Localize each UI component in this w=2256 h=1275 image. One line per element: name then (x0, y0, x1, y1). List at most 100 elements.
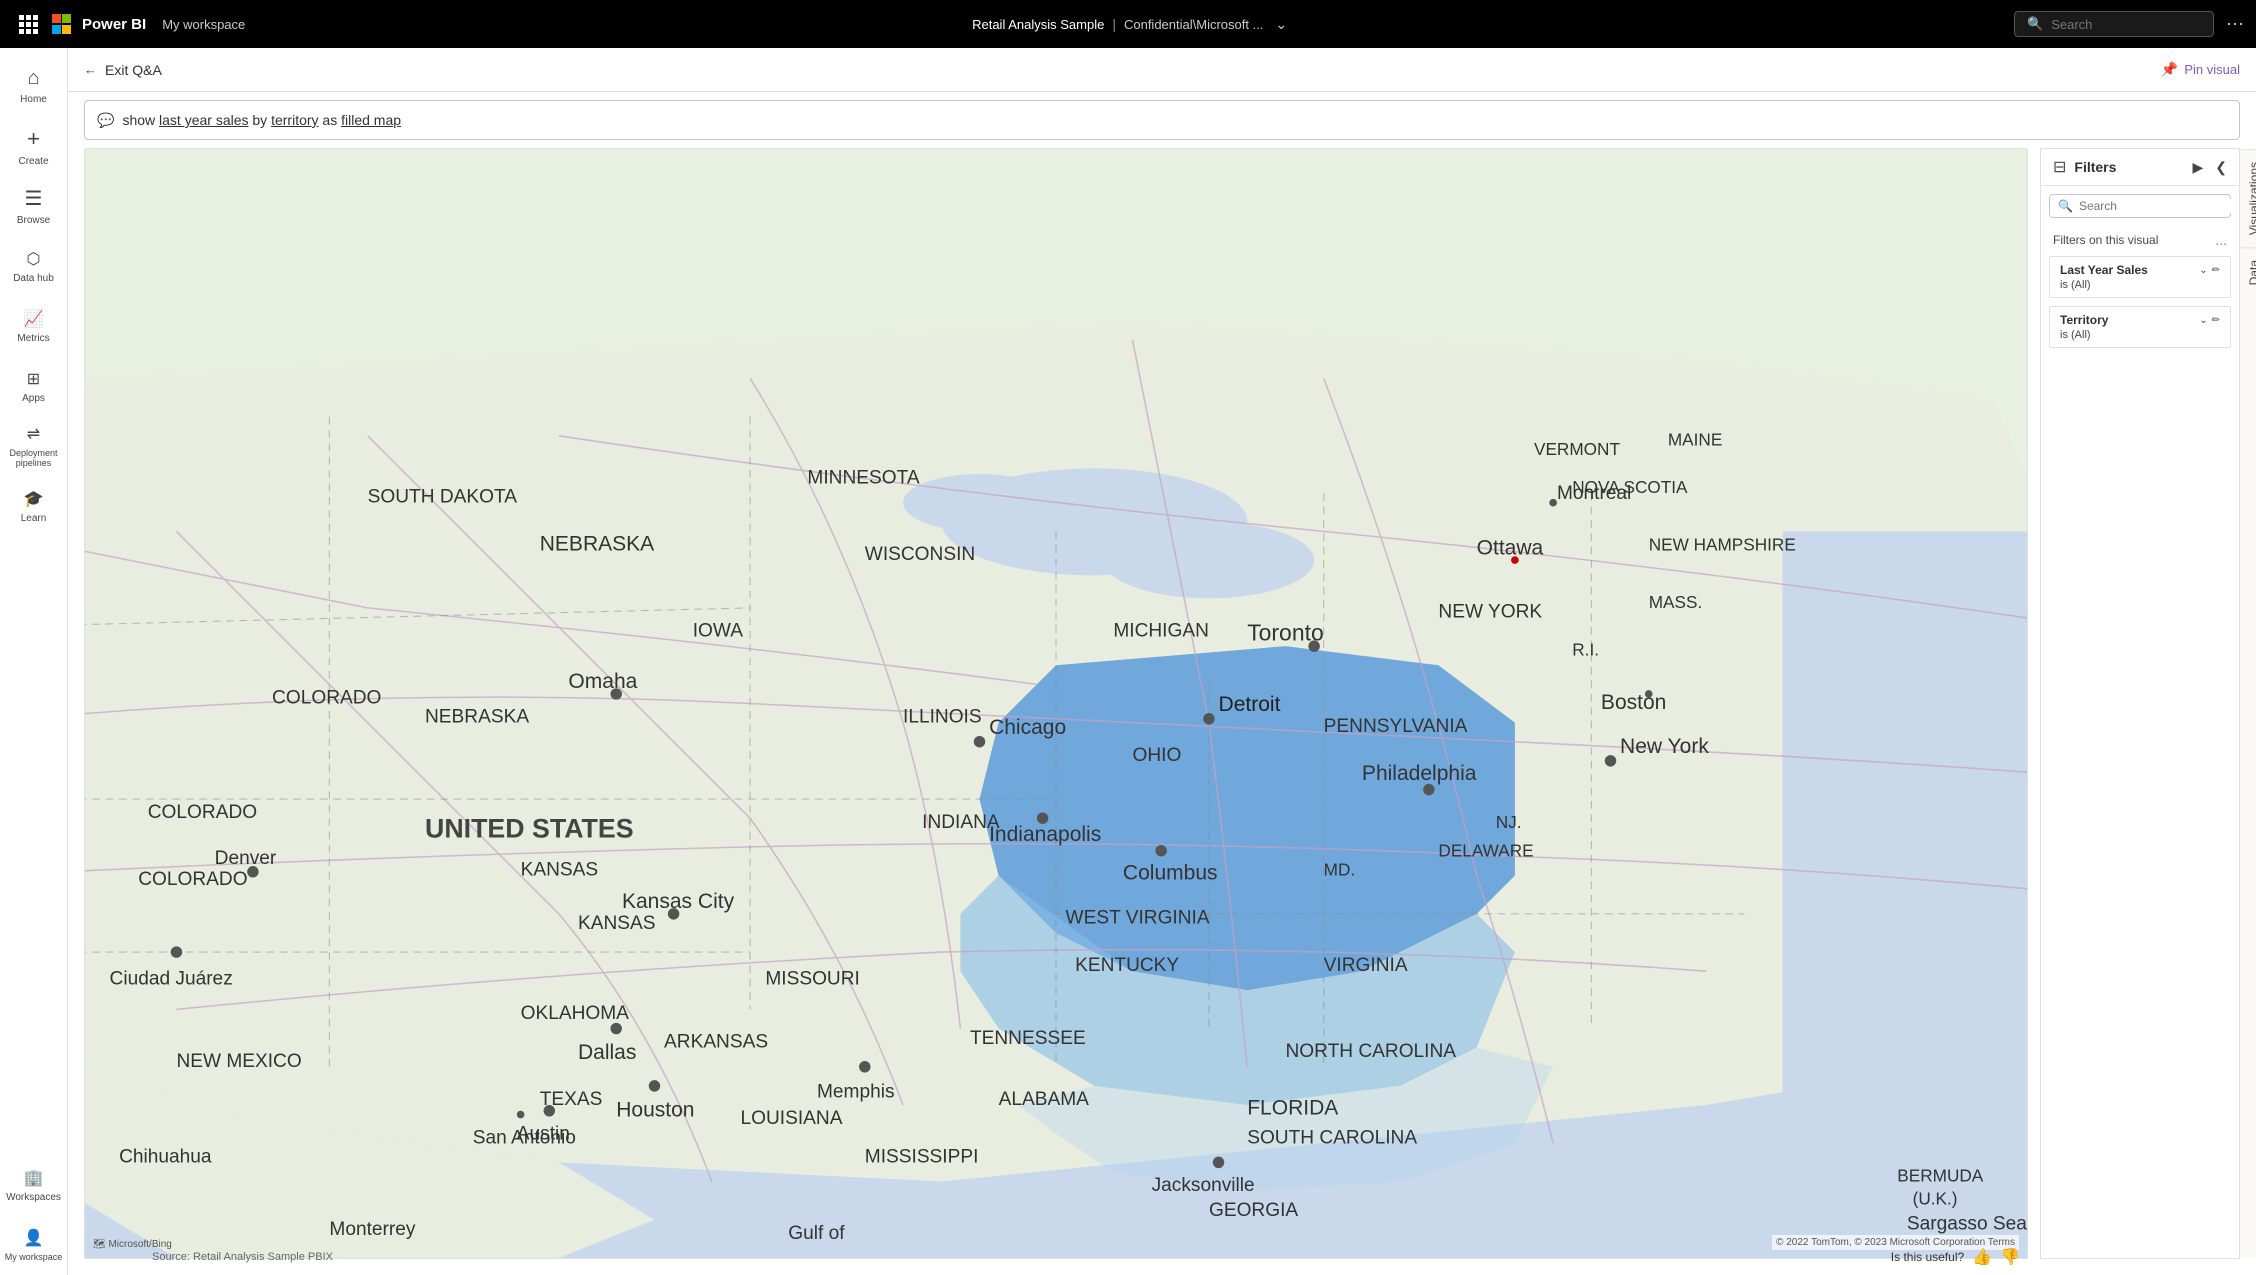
svg-text:VERMONT: VERMONT (1534, 439, 1620, 459)
svg-text:Houston: Houston (616, 1099, 694, 1122)
svg-text:Austin: Austin (517, 1123, 570, 1144)
svg-text:COLORADO: COLORADO (272, 688, 381, 709)
svg-text:Sargasso Sea: Sargasso Sea (1907, 1213, 2027, 1234)
apps-menu-button[interactable] (12, 8, 44, 40)
svg-text:NEW MEXICO: NEW MEXICO (176, 1051, 301, 1072)
svg-text:KENTUCKY: KENTUCKY (1075, 955, 1179, 976)
qa-underline-filledmap: filled map (341, 112, 401, 128)
top-nav: Power BI My workspace Retail Analysis Sa… (0, 0, 2256, 48)
thumbs-up-button[interactable]: 👍 (1972, 1247, 1992, 1267)
qa-text: show last year sales by territory as fil… (122, 112, 401, 128)
filters-icon: ⊟ (2053, 157, 2066, 177)
filters-panel: ⊟ Filters ▶ ❮ 🔍 Filters on this visual .… (2040, 148, 2240, 1259)
sidebar-item-datahub[interactable]: ⬡ Data hub (4, 236, 64, 296)
filter-card-name: Territory (2060, 313, 2108, 327)
filters-section-label: Filters on this visual ... (2041, 226, 2239, 252)
svg-text:MASS.: MASS. (1649, 592, 1702, 612)
qa-icon: 💬 (97, 112, 114, 129)
filters-panel-header: ⊟ Filters ▶ ❮ (2041, 149, 2239, 186)
sub-toolbar: ← Exit Q&A 📌 Pin visual (68, 48, 2256, 92)
svg-text:Chihuahua: Chihuahua (119, 1146, 212, 1167)
svg-text:MINNESOTA: MINNESOTA (807, 468, 919, 489)
filters-search-box[interactable]: 🔍 (2049, 194, 2231, 218)
confidential-label: Confidential\Microsoft ... (1124, 17, 1263, 32)
sidebar-item-label: Apps (22, 393, 45, 404)
map-container[interactable]: Detroit Chicago Indianapolis Columbus Ph… (84, 148, 2028, 1259)
filter-card-lastyearsales[interactable]: Last Year Sales ⌄ ✏ is (All) (2049, 256, 2231, 298)
myworkspace-icon: 👤 (24, 1228, 44, 1248)
filter-card-territory[interactable]: Territory ⌄ ✏ is (All) (2049, 306, 2231, 348)
back-button[interactable]: ← (84, 62, 97, 77)
thumbs-down-button[interactable]: 👎 (2000, 1247, 2020, 1267)
svg-text:WISCONSIN: WISCONSIN (865, 544, 975, 565)
svg-text:Kansas City: Kansas City (622, 890, 735, 913)
nav-right: 🔍 ⋯ (2014, 11, 2244, 37)
svg-text:ALABAMA: ALABAMA (999, 1089, 1090, 1110)
filters-collapse-icon[interactable]: ❮ (2215, 159, 2227, 176)
content-area: Detroit Chicago Indianapolis Columbus Ph… (68, 148, 2256, 1275)
pin-icon: 📌 (2161, 61, 2178, 78)
microsoft-logo (52, 14, 74, 34)
sidebar-item-browse[interactable]: ☰ Browse (4, 176, 64, 236)
svg-text:NEW HAMPSHIRE: NEW HAMPSHIRE (1649, 535, 1796, 555)
svg-text:WEST VIRGINIA: WEST VIRGINIA (1066, 907, 1210, 928)
svg-text:ILLINOIS: ILLINOIS (903, 707, 982, 728)
search-box[interactable]: 🔍 (2014, 11, 2214, 37)
svg-text:DELAWARE: DELAWARE (1438, 840, 1533, 860)
filters-expand-icon[interactable]: ▶ (2192, 159, 2203, 176)
filter-card-actions: ⌄ ✏ (2199, 315, 2220, 326)
sidebar-item-label: Deployment pipelines (4, 448, 64, 468)
svg-text:KANSAS: KANSAS (521, 860, 599, 881)
title-chevron-icon[interactable]: ⌄ (1275, 16, 1287, 33)
filter-edit-icon[interactable]: ✏ (2212, 265, 2220, 276)
svg-text:NORTH CAROLINA: NORTH CAROLINA (1285, 1041, 1456, 1062)
filters-more-button[interactable]: ... (2215, 232, 2227, 248)
sidebar-item-label: Workspaces (6, 1192, 61, 1203)
svg-text:MAINE: MAINE (1668, 429, 1722, 449)
svg-text:MICHIGAN: MICHIGAN (1113, 621, 1209, 642)
svg-text:BERMUDA: BERMUDA (1897, 1166, 1983, 1186)
svg-text:COLORADO: COLORADO (148, 802, 257, 823)
sidebar-item-home[interactable]: ⌂ Home (4, 56, 64, 116)
filters-section-text: Filters on this visual (2053, 233, 2158, 247)
svg-text:PENNSYLVANIA: PENNSYLVANIA (1324, 716, 1468, 737)
filter-card-value: is (All) (2060, 279, 2220, 291)
filter-chevron-icon[interactable]: ⌄ (2199, 265, 2207, 276)
workspace-label: My workspace (162, 17, 245, 32)
right-tabs: Visualizations Data (2239, 149, 2256, 1258)
pin-visual-button[interactable]: 📌 Pin visual (2161, 61, 2240, 78)
home-icon: ⌂ (27, 67, 39, 90)
sidebar-item-workspaces[interactable]: 🏢 Workspaces (4, 1155, 64, 1215)
sidebar-item-create[interactable]: + Create (4, 116, 64, 176)
filters-search-icon: 🔍 (2058, 199, 2073, 213)
svg-text:MISSOURI: MISSOURI (765, 969, 860, 990)
learn-icon: 🎓 (24, 489, 44, 509)
sidebar-item-metrics[interactable]: 📈 Metrics (4, 296, 64, 356)
qa-bar[interactable]: 💬 show last year sales by territory as f… (84, 100, 2240, 140)
sidebar-item-deployment[interactable]: ⇌ Deployment pipelines (4, 416, 64, 476)
filters-search-input[interactable] (2079, 199, 2234, 213)
svg-text:IOWA: IOWA (693, 621, 743, 642)
svg-text:Ciudad Juárez: Ciudad Juárez (110, 969, 233, 990)
map-logo: 🗺 Microsoft/Bing (93, 1239, 172, 1250)
tab-data[interactable]: Data (2241, 247, 2256, 297)
svg-text:Denver: Denver (215, 848, 277, 869)
search-input[interactable] (2051, 17, 2191, 32)
filter-chevron-icon[interactable]: ⌄ (2199, 315, 2207, 326)
sidebar-item-apps[interactable]: ⊞ Apps (4, 356, 64, 416)
sidebar-item-myworkspace[interactable]: 👤 My workspace (4, 1215, 64, 1275)
tab-visualizations[interactable]: Visualizations (2241, 149, 2256, 247)
svg-text:Gulf of: Gulf of (788, 1223, 845, 1244)
svg-text:VIRGINIA: VIRGINIA (1324, 955, 1408, 976)
more-options-icon[interactable]: ⋯ (2226, 14, 2244, 35)
svg-text:Detroit: Detroit (1219, 693, 1281, 716)
svg-text:INDIANA: INDIANA (922, 812, 1000, 833)
svg-text:TENNESSEE: TENNESSEE (970, 1028, 1086, 1049)
svg-text:Boston: Boston (1601, 691, 1666, 714)
filter-edit-icon[interactable]: ✏ (2212, 315, 2220, 326)
svg-text:SOUTH CAROLINA: SOUTH CAROLINA (1247, 1127, 1417, 1148)
svg-text:Omaha: Omaha (568, 670, 637, 693)
create-icon: + (27, 126, 40, 152)
sidebar-item-learn[interactable]: 🎓 Learn (4, 476, 64, 536)
sidebar-item-label: Learn (21, 513, 47, 524)
